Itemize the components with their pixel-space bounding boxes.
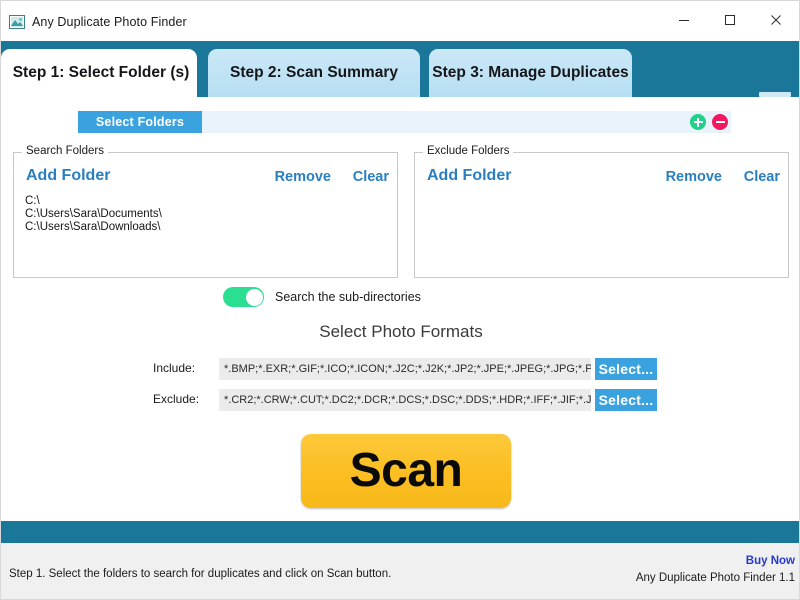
select-photo-formats-title: Select Photo Formats [319, 322, 483, 341]
minimize-button[interactable] [661, 1, 707, 39]
exclude-label: Exclude: [153, 392, 200, 406]
subdirectories-row: Search the sub-directories [223, 287, 421, 307]
tab-strip: Step 1: Select Folder (s) Step 2: Scan S… [1, 41, 799, 117]
include-select-button[interactable]: Select... [595, 358, 657, 380]
exclude-folders-group: Exclude Folders Add Folder Remove Clear [414, 145, 789, 278]
search-folders-legend: Search Folders [22, 145, 108, 157]
search-subdirectories-toggle[interactable] [223, 287, 264, 307]
main-content: Select Folders Search Folders Add Folder… [1, 97, 799, 510]
minus-bar [715, 120, 725, 124]
exclude-remove-button[interactable]: Remove [666, 169, 722, 185]
tab-step-2-scan-summary[interactable]: Step 2: Scan Summary [208, 49, 420, 97]
maximize-icon [725, 15, 735, 25]
select-folders-chip-label: Select Folders [95, 115, 185, 129]
app-photo-icon [9, 15, 25, 29]
exclude-formats-input[interactable]: *.CR2;*.CRW;*.CUT;*.DC2;*.DCR;*.DCS;*.DS… [219, 389, 591, 411]
search-remove-button[interactable]: Remove [275, 169, 331, 185]
status-bar: Step 1. Select the folders to search for… [1, 543, 799, 599]
include-label: Include: [153, 361, 196, 375]
search-clear-button[interactable]: Clear [353, 169, 389, 185]
plus-circle-icon[interactable] [690, 114, 706, 130]
tab-step-1-select-folders[interactable]: Step 1: Select Folder (s) [1, 49, 197, 97]
status-message: Step 1. Select the folders to search for… [9, 568, 392, 580]
search-folders-group: Search Folders Add Folder Remove Clear C… [13, 145, 398, 278]
minus-circle-icon[interactable] [712, 114, 728, 130]
include-formats-input[interactable]: *.BMP;*.EXR;*.GIF;*.ICO;*.ICON;*.J2C;*.J… [219, 358, 591, 380]
select-folders-chip[interactable]: Select Folders [78, 111, 202, 133]
list-item[interactable]: C:\Users\Sara\Downloads\ [25, 221, 391, 234]
application-window: Any Duplicate Photo Finder Step 1: Selec… [0, 0, 800, 600]
exclude-folders-legend: Exclude Folders [423, 145, 514, 157]
footer-accent-bar [1, 521, 799, 543]
minimize-icon [679, 20, 689, 21]
close-button[interactable] [753, 1, 799, 39]
title-bar: Any Duplicate Photo Finder [1, 1, 799, 42]
list-item[interactable]: C:\ [25, 195, 391, 208]
tab-label: Step 3: Manage Duplicates [432, 64, 629, 81]
search-add-folder-button[interactable]: Add Folder [26, 167, 110, 185]
scan-button[interactable]: Scan [301, 434, 511, 508]
subdirectories-label: Search the sub-directories [275, 290, 421, 304]
list-item[interactable]: C:\Users\Sara\Documents\ [25, 208, 391, 221]
version-label: Any Duplicate Photo Finder 1.1 [635, 572, 795, 584]
scan-button-label: Scan [349, 444, 463, 497]
close-icon [771, 15, 781, 25]
search-folders-list[interactable]: C:\ C:\Users\Sara\Documents\ C:\Users\Sa… [25, 195, 391, 235]
exclude-add-folder-button[interactable]: Add Folder [427, 167, 511, 185]
tab-step-3-manage-duplicates[interactable]: Step 3: Manage Duplicates [429, 49, 632, 97]
exclude-select-button[interactable]: Select... [595, 389, 657, 411]
exclude-clear-button[interactable]: Clear [744, 169, 780, 185]
tab-label: Step 2: Scan Summary [230, 64, 398, 81]
maximize-button[interactable] [707, 1, 753, 39]
buy-now-link[interactable]: Buy Now [746, 555, 795, 567]
tab-label: Step 1: Select Folder (s) [12, 64, 190, 81]
window-title: Any Duplicate Photo Finder [32, 15, 187, 29]
plus-bar-v [696, 117, 700, 127]
toggle-knob [245, 288, 263, 306]
